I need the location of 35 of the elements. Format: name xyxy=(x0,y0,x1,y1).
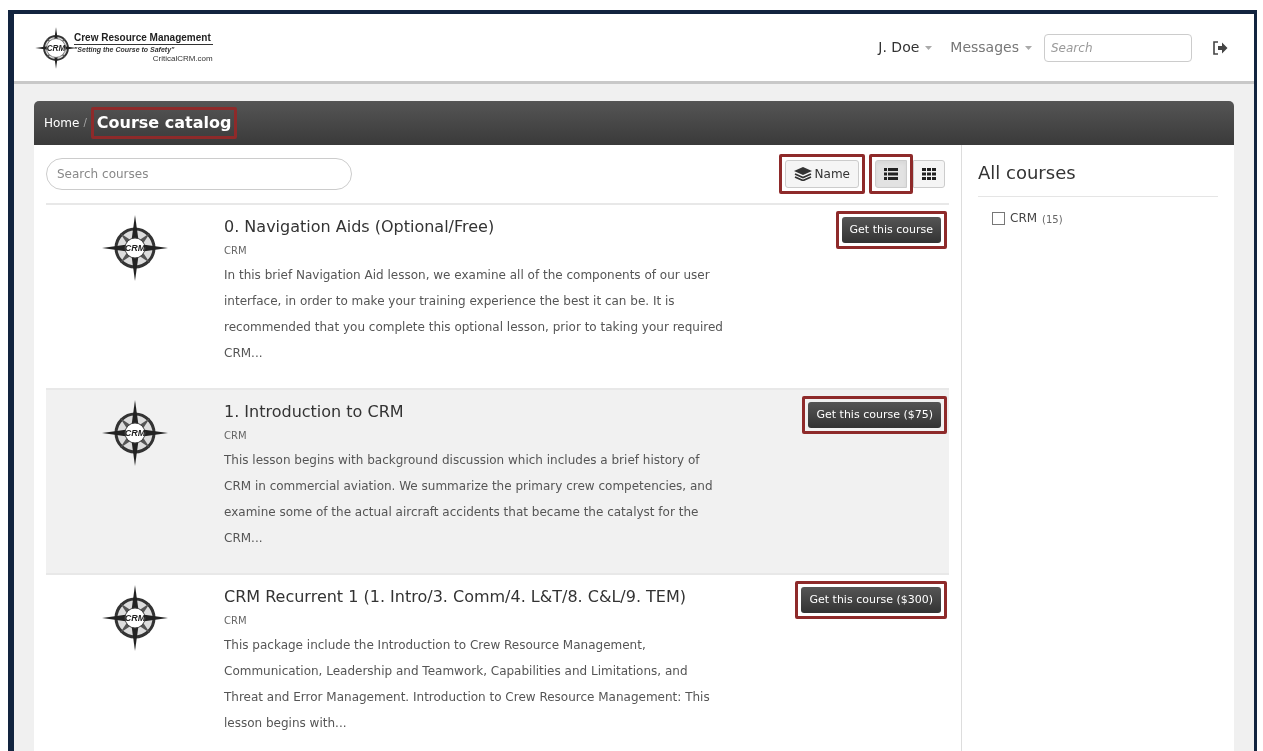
caret-icon xyxy=(1025,45,1032,50)
logo-site: CriticalCRM.com xyxy=(152,54,213,64)
search-courses-field[interactable]: Search courses xyxy=(46,158,352,190)
user-menu[interactable]: J. Doe xyxy=(878,37,933,58)
grid-view-button[interactable] xyxy=(913,160,945,188)
course-category: CRM xyxy=(224,614,247,628)
course-title[interactable]: 0. Navigation Aids (Optional/Free) xyxy=(224,215,495,239)
sidebar-title: All courses xyxy=(978,159,1218,197)
get-course-button[interactable]: Get this course ($300) xyxy=(801,587,941,613)
breadcrumb-link[interactable]: Home xyxy=(44,115,80,131)
course-category: CRM xyxy=(224,244,247,258)
layers-icon xyxy=(793,167,812,181)
list-view-button[interactable] xyxy=(875,160,907,188)
messages-menu[interactable]: Messages xyxy=(950,37,1032,58)
caret-icon xyxy=(925,45,933,50)
get-course-button[interactable]: Get this course ($75) xyxy=(808,402,941,428)
breadcrumb-link[interactable]: Course catalog xyxy=(96,113,232,133)
breadcrumb-separator: / xyxy=(83,117,87,129)
logout-icon[interactable] xyxy=(1212,40,1228,55)
logo-title: Crew Resource Management xyxy=(74,31,213,45)
compass-logo: CRM xyxy=(100,398,170,468)
filter-checkbox[interactable]: CRM (15) xyxy=(992,209,1218,227)
grid-icon xyxy=(922,168,936,180)
sort-button[interactable]: Name xyxy=(784,160,859,188)
list-icon xyxy=(884,168,898,180)
course-title[interactable]: CRM Recurrent 1 (1. Intro/3. Comm/4. L&T/8. C&L/9. TEM) xyxy=(224,585,686,609)
compass-logo: CRM xyxy=(100,213,170,283)
get-course-button[interactable]: Get this course xyxy=(841,217,941,243)
course-description: This lesson begins with background discussion which includes a brief history of CRM in commercial aviation. We summarize the primary crew competencies, and examine some of the actual aircraft accidents that became the catalyst for the CRM... xyxy=(224,452,714,547)
compass-logo: CRM xyxy=(100,583,170,653)
search-field[interactable]: Search xyxy=(1044,33,1192,62)
course-category: CRM xyxy=(224,429,247,443)
course-description: In this brief Navigation Aid lesson, we examine all of the components of our user interface, in order to make your training experience the best it can be. It is recommended that you complete this optional lesson, prior to taking your required CRM... xyxy=(224,267,724,362)
course-description: This package include the Introduction to Crew Resource Management, Communication, Leadership and Teamwork, Capabilities and Limitations, and Threat and Error Management. Introduction to Crew Resource Management: This lesson begins with... xyxy=(224,637,711,732)
course-title[interactable]: 1. Introduction to CRM xyxy=(224,400,404,424)
